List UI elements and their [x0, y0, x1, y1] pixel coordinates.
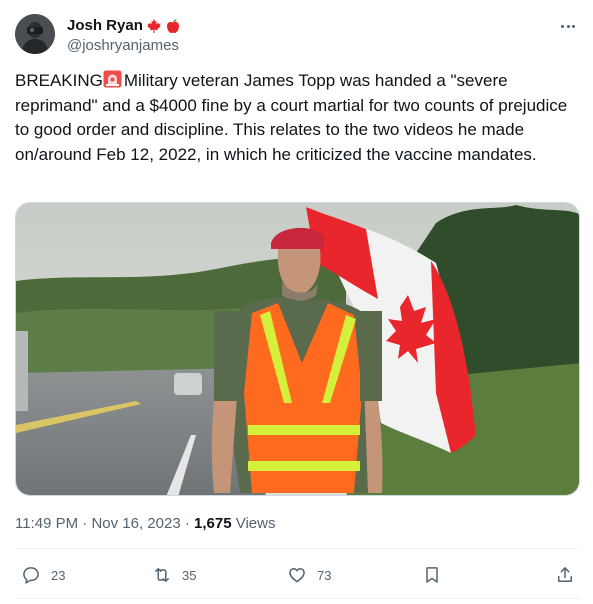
apple-icon [165, 18, 181, 34]
repost-count: 35 [182, 567, 197, 583]
meta-separator: · [180, 515, 195, 532]
tweet-text: BREAKING Military veteran James Topp was … [15, 69, 580, 167]
display-name[interactable]: Josh Ryan [67, 16, 143, 36]
heart-icon [287, 565, 307, 585]
tweet: Josh Ryan @joshryanjames BREAKING Milita… [0, 0, 593, 604]
like-count: 73 [317, 567, 332, 583]
views-label: Views [231, 515, 276, 532]
more-dot-icon [566, 24, 570, 28]
bookmark-button[interactable] [422, 557, 442, 593]
more-options-button[interactable] [556, 16, 580, 36]
like-button[interactable]: 73 [287, 557, 331, 593]
more-dot-icon [571, 24, 575, 28]
bookmark-icon [422, 565, 442, 585]
reply-button[interactable]: 23 [21, 557, 65, 593]
tweet-text-start: BREAKING [15, 71, 103, 90]
tweet-photo[interactable] [15, 202, 580, 496]
more-dot-icon [561, 24, 565, 28]
tweet-time[interactable]: 11:49 PM [15, 515, 78, 532]
views-count: 1,675 [194, 515, 232, 532]
tweet-header: Josh Ryan @joshryanjames [15, 14, 580, 58]
share-button[interactable] [555, 557, 575, 593]
siren-icon [103, 70, 122, 88]
divider [15, 548, 580, 549]
share-icon [555, 565, 575, 585]
maple-leaf-icon [146, 18, 162, 34]
repost-icon [152, 565, 172, 585]
tweet-date[interactable]: Nov 16, 2023 [91, 515, 180, 532]
action-bar: 23 35 73 [15, 557, 580, 593]
tweet-meta: 11:49 PM · Nov 16, 2023 · 1,675 Views [15, 514, 275, 534]
repost-button[interactable]: 35 [152, 557, 196, 593]
avatar[interactable] [15, 14, 55, 54]
reply-icon [21, 565, 41, 585]
reply-count: 23 [51, 567, 66, 583]
meta-separator: · [78, 515, 92, 532]
display-name-row[interactable]: Josh Ryan [67, 16, 181, 36]
divider [15, 598, 580, 599]
author-names: Josh Ryan @joshryanjames [67, 16, 181, 56]
author-handle[interactable]: @joshryanjames [67, 36, 181, 56]
